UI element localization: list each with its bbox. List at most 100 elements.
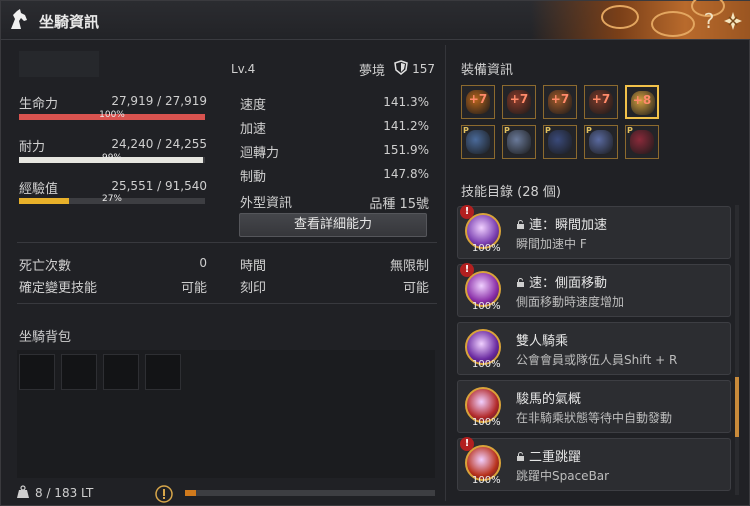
- enhancement-level: +8: [632, 93, 652, 107]
- warning-icon: [155, 485, 173, 503]
- time-label: 時間: [240, 259, 267, 274]
- equipment-slot[interactable]: P: [584, 125, 618, 159]
- weight-icon: [17, 485, 29, 498]
- enhancement-level: +7: [468, 92, 488, 106]
- enhancement-level: +7: [509, 92, 529, 106]
- equipment-slot[interactable]: +7: [461, 85, 495, 119]
- skill-description: 側面移動時速度增加: [516, 295, 625, 309]
- equipment-slot[interactable]: +7: [543, 85, 577, 119]
- imprint-value: 可能: [402, 281, 429, 296]
- skill-item[interactable]: 100% 雙人騎乘公會會員或隊伍人員Shift + R: [457, 322, 731, 375]
- mount-pack-title: 坐騎背包: [19, 330, 72, 345]
- death-count-value: 0: [199, 256, 207, 270]
- lock-icon: [517, 278, 524, 287]
- divider: [17, 242, 437, 243]
- attr-brake-label: 制動: [240, 170, 267, 185]
- pack-slot[interactable]: [145, 354, 181, 390]
- weight-progress-fill: [185, 490, 197, 496]
- attr-appearance-value: 品種 15號: [369, 197, 429, 212]
- exp-bar: 27%: [19, 194, 205, 204]
- skill-name-text: 連：瞬間加速: [529, 218, 608, 233]
- enhancement-level: +7: [591, 92, 611, 106]
- exp-percent: 27%: [101, 194, 122, 204]
- horse-icon: [11, 9, 27, 29]
- skill-item[interactable]: ! 100% 二重跳躍 跳躍中SpaceBar: [457, 437, 731, 491]
- skill-item[interactable]: ! 100% 速：側面移動側面移動時速度增加: [457, 263, 731, 317]
- pack-weight: 8 / 183 LT: [35, 486, 94, 500]
- lock-icon: [517, 220, 524, 229]
- mount-name-box: [19, 51, 99, 77]
- skill-percent: 100%: [472, 301, 501, 312]
- equipment-slot[interactable]: +8: [625, 85, 659, 119]
- equipment-slot[interactable]: +7: [584, 85, 618, 119]
- pearl-item-marker: P: [504, 126, 510, 135]
- hp-value: 27,919 / 27,919: [111, 94, 207, 108]
- weight-progress: [185, 490, 435, 496]
- skill-description: 公會會員或隊伍人員Shift + R: [516, 353, 678, 367]
- mount-region: 夢境: [359, 64, 386, 79]
- equipment-slot[interactable]: P: [502, 125, 536, 159]
- attr-speed-label: 速度: [240, 98, 267, 113]
- skill-name-text: 雙人騎乘: [516, 334, 569, 349]
- skill-name: 連：瞬間加速: [516, 214, 607, 233]
- attr-brake-value: 147.8%: [383, 167, 429, 181]
- pack-slot[interactable]: [103, 354, 139, 390]
- skill-name-text: 速：側面移動: [529, 276, 608, 291]
- divider: [17, 303, 437, 304]
- view-details-button[interactable]: 查看詳細能力: [239, 213, 427, 237]
- close-icon[interactable]: [723, 11, 743, 31]
- skill-change-label: 確定變更技能: [19, 281, 98, 296]
- equipment-slot[interactable]: P: [543, 125, 577, 159]
- skill-description: 跳躍中SpaceBar: [516, 469, 610, 483]
- pearl-item-marker: P: [545, 126, 551, 135]
- stamina-value: 24,240 / 24,255: [111, 137, 207, 151]
- mount-level: Lv.4: [231, 62, 256, 76]
- window-title: 坐騎資訊: [39, 13, 100, 31]
- title-bar[interactable]: 坐騎資訊 ?: [1, 0, 750, 40]
- skill-scroll-thumb[interactable]: [735, 377, 739, 437]
- attr-speed-value: 141.3%: [383, 95, 429, 109]
- skill-name: 駿馬的氣概: [516, 388, 581, 407]
- pearl-item-marker: P: [586, 126, 592, 135]
- skill-percent: 100%: [472, 417, 501, 428]
- hp-bar: 100%: [19, 110, 205, 120]
- alert-icon: !: [460, 263, 474, 277]
- horse-costume-icon: [630, 130, 654, 154]
- stamina-bar: 99%: [19, 153, 205, 163]
- skill-percent: 100%: [472, 243, 501, 254]
- time-value: 無限制: [389, 259, 429, 274]
- skill-change-value: 可能: [180, 281, 207, 296]
- panel-divider: [445, 45, 446, 501]
- exp-value: 25,551 / 91,540: [111, 179, 207, 193]
- alert-icon: !: [460, 205, 474, 219]
- stamina-percent: 99%: [101, 153, 122, 163]
- skill-percent: 100%: [472, 359, 501, 370]
- skill-description: 在非騎乘狀態等待中自動發動: [516, 411, 673, 425]
- equipment-slot[interactable]: P: [461, 125, 495, 159]
- enhancement-level: +7: [550, 92, 570, 106]
- horse-stirrup-icon: [548, 130, 572, 154]
- horse-armor-icon: [466, 130, 490, 154]
- horse-shoe-icon: [589, 130, 613, 154]
- skill-name-text: 駿馬的氣概: [516, 392, 582, 407]
- skill-name-text: 二重跳躍: [529, 450, 582, 465]
- alert-icon: !: [460, 437, 474, 451]
- skill-name: 速：側面移動: [516, 272, 607, 291]
- skill-scrollbar[interactable]: [735, 205, 739, 495]
- help-icon[interactable]: ?: [699, 9, 719, 33]
- pearl-item-marker: P: [463, 126, 469, 135]
- attr-accel-value: 141.2%: [383, 119, 429, 133]
- hp-percent: 100%: [99, 110, 125, 120]
- pack-slot[interactable]: [61, 354, 97, 390]
- skill-description: 瞬間加速中 F: [516, 237, 587, 251]
- attr-accel-label: 加速: [240, 122, 267, 137]
- skill-list-title: 技能目錄 (28 個): [461, 185, 561, 200]
- pack-slot[interactable]: [19, 354, 55, 390]
- shield-icon: [394, 60, 408, 75]
- equipment-slot[interactable]: P: [625, 125, 659, 159]
- pearl-item-marker: P: [627, 126, 633, 135]
- equipment-slot[interactable]: +7: [502, 85, 536, 119]
- attr-turn-value: 151.9%: [383, 143, 429, 157]
- skill-item[interactable]: 100% 駿馬的氣概在非騎乘狀態等待中自動發動: [457, 380, 731, 433]
- skill-item[interactable]: ! 100% 連：瞬間加速瞬間加速中 F: [457, 205, 731, 259]
